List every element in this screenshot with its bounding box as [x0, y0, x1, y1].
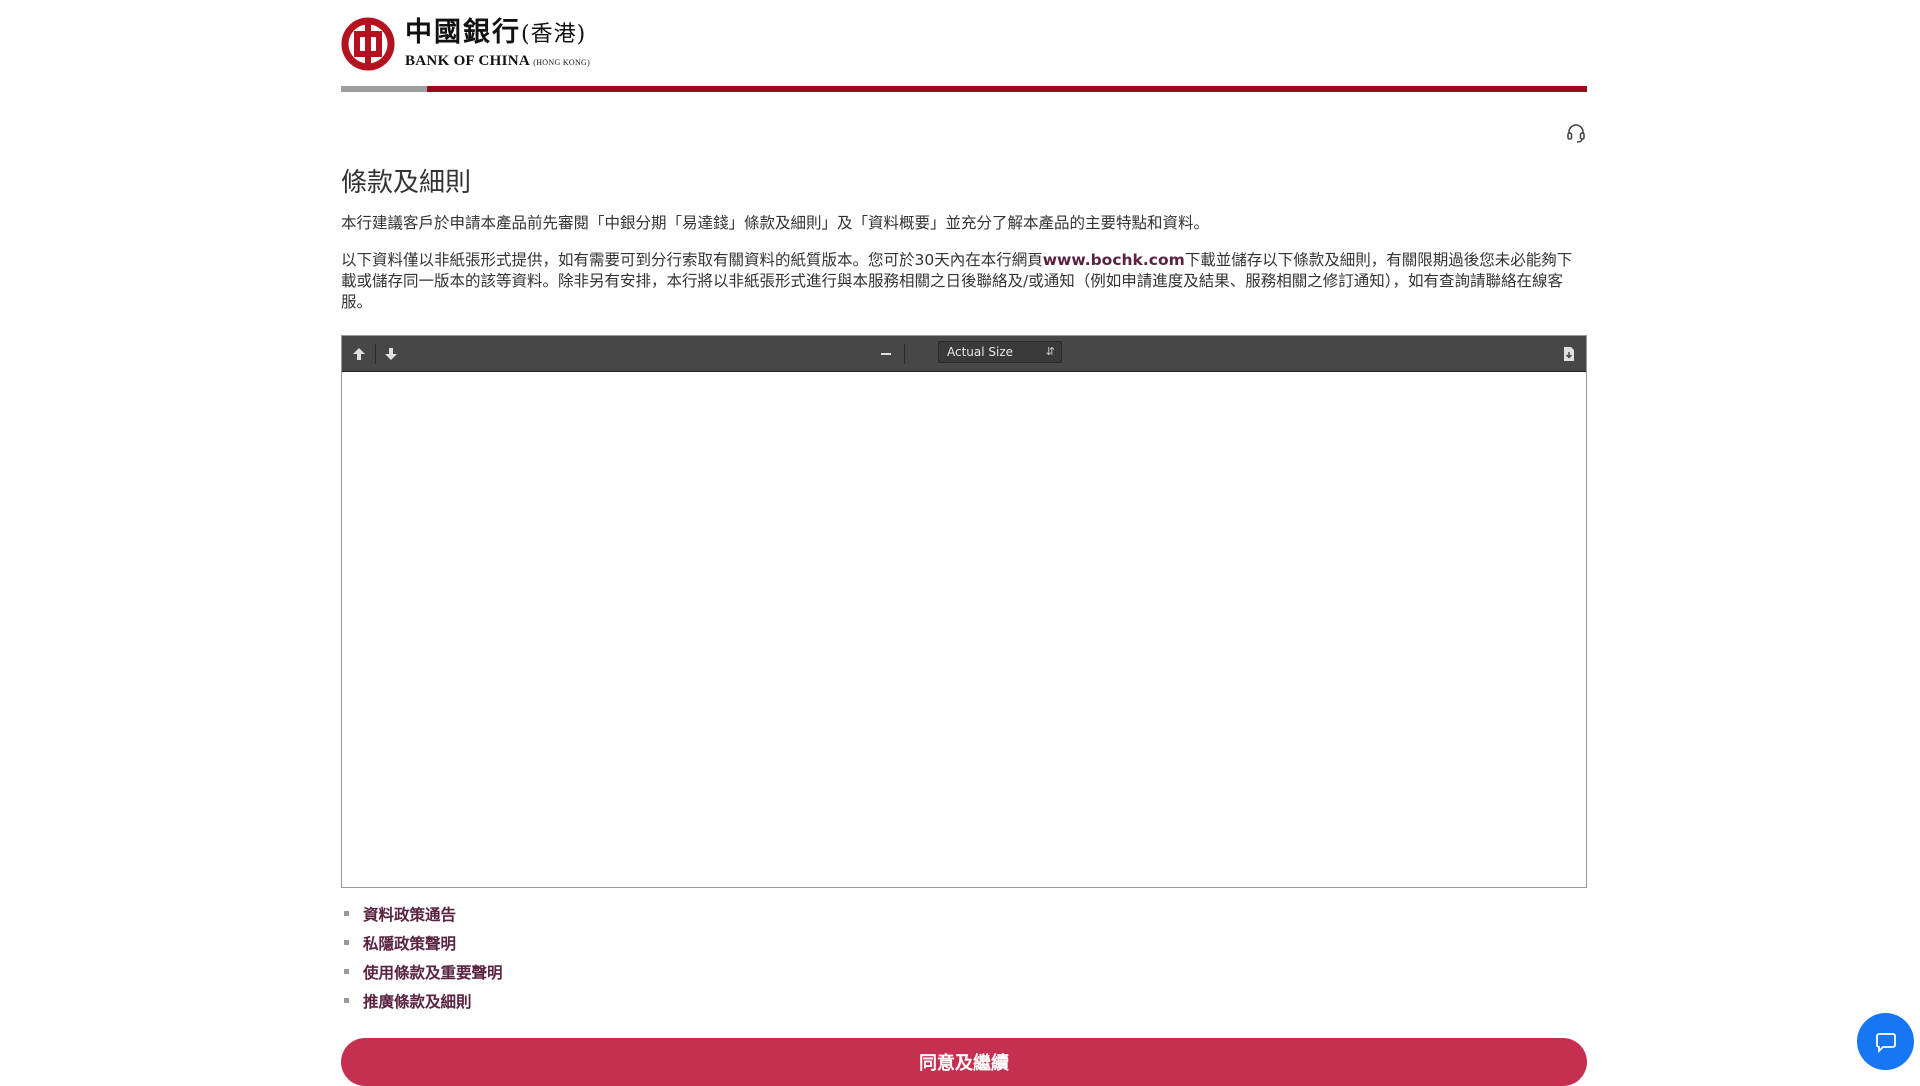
zoom-select-value: Actual Size: [947, 345, 1014, 359]
toolbar-separator: [904, 344, 905, 364]
download-icon: [1564, 347, 1574, 361]
list-item: 推廣條款及細則: [341, 992, 503, 1021]
customer-service-headset-icon[interactable]: [1565, 122, 1587, 144]
list-item: 使用條款及重要聲明: [341, 963, 503, 992]
promotion-terms-link[interactable]: 推廣條款及細則: [363, 993, 472, 1011]
page-container: 中國銀行(香港) BANK OF CHINA (HONG KONG) 條款及細則…: [341, 0, 1587, 1086]
policy-links-list: 資料政策通告 私隱政策聲明 使用條款及重要聲明 推廣條款及細則: [341, 905, 503, 1021]
logo-english: BANK OF CHINA (HONG KONG): [405, 53, 591, 69]
agree-and-continue-button[interactable]: 同意及繼續: [341, 1038, 1587, 1086]
bank-logo[interactable]: 中國銀行(香港) BANK OF CHINA (HONG KONG): [341, 16, 590, 72]
toolbar-separator: [375, 344, 376, 364]
privacy-policy-link[interactable]: 私隱政策聲明: [363, 935, 456, 953]
arrow-up-icon: [353, 348, 365, 360]
bullet-icon: [344, 911, 349, 916]
bullet-icon: [344, 998, 349, 1003]
pdf-document-area[interactable]: [342, 373, 1586, 887]
previous-page-button[interactable]: [346, 342, 372, 366]
intro-paragraph: 本行建議客戶於申請本產品前先審閱「中銀分期「易達錢」條款及細則」及「資料概要」並…: [341, 214, 1210, 232]
notice-paragraph: 以下資料僅以非紙張形式提供，如有需要可到分行索取有關資料的紙質版本。您可於30天…: [341, 251, 1573, 311]
download-button[interactable]: [1556, 342, 1582, 366]
logo-text: 中國銀行(香港) BANK OF CHINA (HONG KONG): [405, 16, 590, 72]
boc-logo-icon: [341, 17, 395, 71]
data-policy-notice-link[interactable]: 資料政策通告: [363, 906, 456, 924]
chat-button[interactable]: [1857, 1013, 1914, 1070]
bullet-icon: [344, 940, 349, 945]
header-divider-bar: [341, 86, 1587, 92]
pdf-toolbar: Actual Size ⇵: [342, 336, 1586, 372]
page-title: 條款及細則: [341, 168, 472, 198]
zoom-select[interactable]: Actual Size ⇵: [938, 341, 1062, 363]
pdf-viewer: Actual Size ⇵: [341, 335, 1587, 888]
select-caret-icon: ⇵: [1045, 345, 1055, 358]
bochk-website-link[interactable]: www.bochk.com: [1043, 251, 1185, 269]
minus-icon: [881, 353, 891, 355]
zoom-out-button[interactable]: [873, 342, 899, 366]
header: 中國銀行(香港) BANK OF CHINA (HONG KONG): [341, 0, 1587, 92]
terms-of-use-link[interactable]: 使用條款及重要聲明: [363, 964, 503, 982]
logo-chinese: 中國銀行(香港): [405, 17, 587, 48]
list-item: 資料政策通告: [341, 905, 503, 934]
chat-bubble-icon: [1875, 1032, 1896, 1053]
list-item: 私隱政策聲明: [341, 934, 503, 963]
arrow-down-icon: [385, 348, 397, 360]
bullet-icon: [344, 969, 349, 974]
next-page-button[interactable]: [378, 342, 404, 366]
